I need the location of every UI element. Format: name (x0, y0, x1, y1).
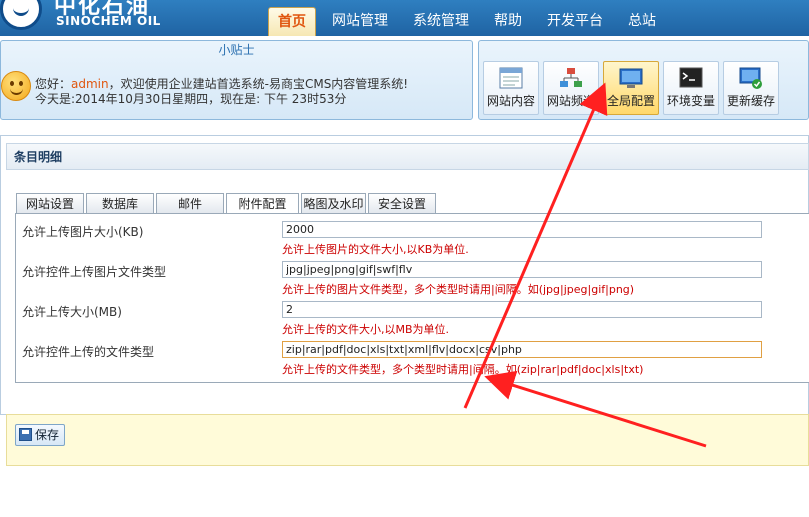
nav-dev-platform[interactable]: 开发平台 (538, 7, 612, 36)
tab-thumbnail-watermark[interactable]: 略图及水印 (301, 193, 366, 213)
top-header: 中化石油 SINOCHEM OIL 首页 网站管理 系统管理 帮助 开发平台 总… (0, 0, 809, 36)
tab-security-settings[interactable]: 安全设置 (368, 193, 436, 213)
refresh-cache-icon (739, 67, 762, 89)
save-bar: 保存 (6, 414, 809, 466)
quick-actions-panel: 网站内容 网站频道 全局配置 环境变量 更新缓存 (478, 40, 809, 120)
panel-title: 条目明细 (6, 143, 809, 170)
logo-english-name: SINOCHEM OIL (56, 14, 161, 28)
site-content-label: 网站内容 (486, 94, 535, 108)
file-types-input[interactable] (282, 341, 762, 358)
attachment-config-form: 允许上传图片大小(KB) 允许上传图片的文件大小,以KB为单位. 允许控件上传图… (15, 213, 809, 383)
field-label-file-types: 允许控件上传的文件类型 (22, 345, 155, 359)
env-variable-button[interactable]: 环境变量 (663, 61, 719, 115)
tips-title: 小贴士 (218, 43, 255, 57)
site-content-button[interactable]: 网站内容 (483, 61, 539, 115)
field-hint-image-size: 允许上传图片的文件大小,以KB为单位. (282, 243, 469, 256)
nav-home[interactable]: 首页 (268, 7, 316, 36)
greeting-prefix: 您好： (35, 77, 72, 91)
greeting-suffix: ，欢迎使用企业建站首选系统-易商宝CMS内容管理系统! (108, 77, 409, 91)
save-button-label: 保存 (35, 428, 60, 442)
env-variable-icon (679, 67, 703, 88)
sinochem-logo-icon (0, 0, 42, 30)
nav-help[interactable]: 帮助 (485, 7, 531, 36)
nav-system-management[interactable]: 系统管理 (404, 7, 478, 36)
save-button[interactable]: 保存 (15, 424, 66, 446)
tips-panel: 小贴士 您好：admin，欢迎使用企业建站首选系统-易商宝CMS内容管理系统! … (0, 40, 473, 120)
main-nav: 首页 网站管理 系统管理 帮助 开发平台 总站 (268, 7, 672, 36)
global-config-icon (619, 68, 643, 88)
refresh-cache-label: 更新缓存 (726, 94, 775, 108)
field-label-image-size: 允许上传图片大小(KB) (22, 225, 144, 239)
image-size-input[interactable] (282, 221, 762, 238)
refresh-cache-button[interactable]: 更新缓存 (723, 61, 779, 115)
field-label-image-types: 允许控件上传图片文件类型 (22, 265, 167, 279)
global-config-label: 全局配置 (606, 94, 655, 108)
tab-email[interactable]: 邮件 (156, 193, 224, 213)
site-channel-icon (560, 68, 582, 87)
env-variable-label: 环境变量 (666, 94, 715, 108)
site-channel-label: 网站频道 (546, 94, 595, 108)
global-config-button[interactable]: 全局配置 (603, 61, 659, 115)
username: admin (71, 77, 109, 91)
upload-size-input[interactable] (282, 301, 762, 318)
tab-attachment-config[interactable]: 附件配置 (226, 193, 299, 214)
nav-main-site[interactable]: 总站 (619, 7, 665, 36)
field-hint-upload-size: 允许上传的文件大小,以MB为单位. (282, 323, 450, 336)
smiley-face-icon (1, 71, 31, 101)
site-content-icon (499, 67, 523, 89)
tab-database[interactable]: 数据库 (86, 193, 154, 213)
field-label-upload-size: 允许上传大小(MB) (22, 305, 122, 319)
field-hint-file-types: 允许上传的文件类型，多个类型时请用|间隔。如(zip|rar|pdf|doc|x… (282, 363, 644, 376)
image-types-input[interactable] (282, 261, 762, 278)
current-datetime: 今天是:2014年10月30日星期四，现在是: 下午 23时53分 (35, 92, 347, 106)
field-hint-image-types: 允许上传的图片文件类型，多个类型时请用|间隔。如(jpg|jpeg|gif|pn… (282, 283, 635, 296)
floppy-disk-icon (19, 428, 32, 441)
site-channel-button[interactable]: 网站频道 (543, 61, 599, 115)
config-tabs: 网站设置 数据库 邮件 附件配置 略图及水印 安全设置 (16, 193, 438, 214)
tab-site-settings[interactable]: 网站设置 (16, 193, 84, 213)
nav-site-management[interactable]: 网站管理 (323, 7, 397, 36)
